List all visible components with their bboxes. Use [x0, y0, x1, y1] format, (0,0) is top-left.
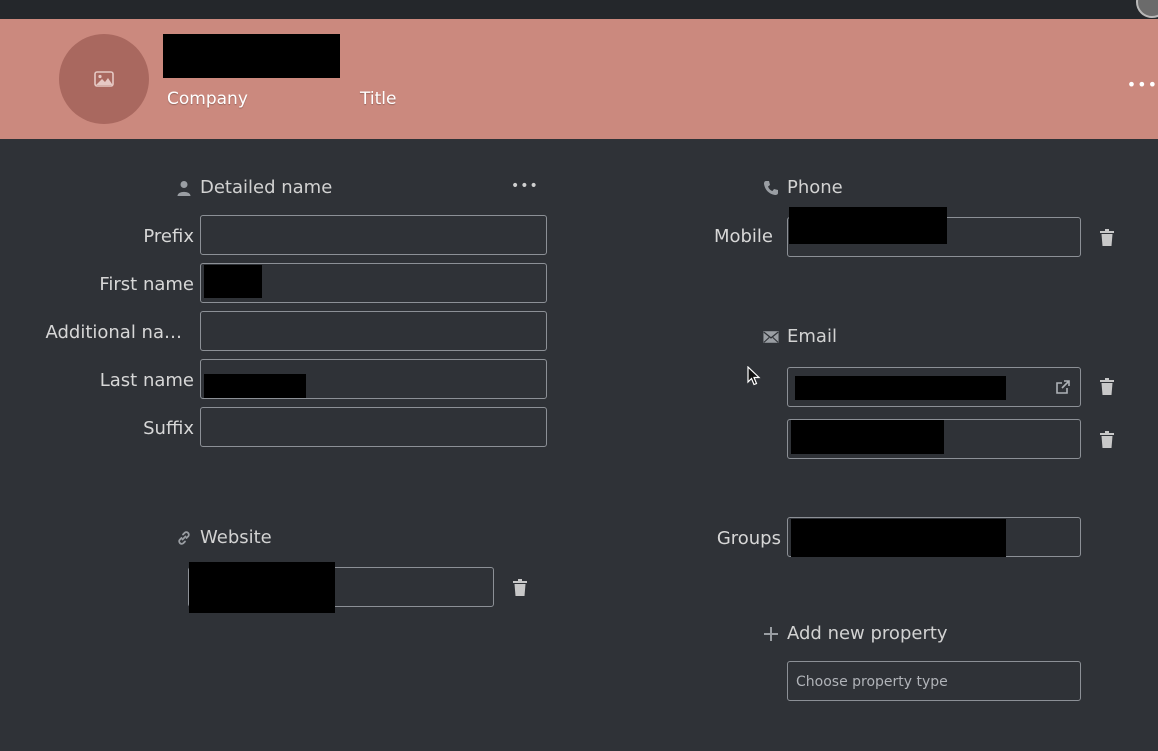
mobile-phone-delete-button[interactable] [1099, 228, 1115, 246]
image-icon [94, 71, 114, 87]
mobile-phone-input[interactable] [787, 207, 1081, 257]
mobile-phone-value-redacted [789, 207, 947, 244]
add-property-label: Add new property [787, 623, 948, 644]
groups-value-redacted [791, 519, 1006, 557]
email-2-value-redacted [791, 420, 944, 454]
envelope-icon [763, 330, 779, 344]
phone-section-title: Phone [763, 177, 843, 198]
last-name-label: Last name [99, 370, 194, 391]
phone-title-text: Phone [787, 177, 843, 198]
website-title-text: Website [200, 527, 272, 548]
website-value-redacted [189, 562, 335, 613]
trash-icon [1100, 430, 1114, 448]
additional-name-label: Additional na… [45, 322, 182, 343]
trash-icon [1100, 228, 1114, 246]
email-title-text: Email [787, 326, 837, 347]
email-2-delete-button[interactable] [1099, 430, 1115, 448]
mobile-label: Mobile [713, 226, 773, 247]
contact-avatar[interactable] [59, 34, 149, 124]
last-name-input[interactable] [200, 359, 547, 399]
groups-input[interactable] [787, 517, 1081, 557]
first-name-label: First name [99, 274, 194, 295]
email-input-2[interactable] [787, 419, 1081, 459]
detailed-name-section-title: Detailed name [176, 177, 332, 198]
property-type-placeholder: Choose property type [796, 674, 948, 690]
suffix-label: Suffix [143, 418, 194, 439]
last-name-value-redacted [204, 374, 306, 398]
trash-icon [513, 578, 527, 596]
website-section-title: Website [176, 527, 272, 548]
external-link-icon[interactable] [1055, 379, 1071, 395]
user-avatar[interactable] [1136, 0, 1158, 18]
suffix-input[interactable] [200, 407, 547, 447]
title-label[interactable]: Title [360, 89, 396, 109]
contact-name-redacted[interactable] [163, 34, 340, 78]
plus-icon [763, 626, 779, 641]
email-input-1[interactable] [787, 367, 1081, 407]
company-label[interactable]: Company [167, 89, 248, 109]
header-more-button[interactable]: ••• [1127, 75, 1158, 94]
first-name-input[interactable] [200, 263, 547, 303]
add-property-title[interactable]: Add new property [763, 623, 948, 644]
top-bar [0, 0, 1158, 19]
person-icon [176, 180, 192, 196]
mouse-cursor-icon [747, 366, 761, 386]
email-1-delete-button[interactable] [1099, 377, 1115, 395]
contact-header: Company Title ••• [0, 19, 1158, 139]
trash-icon [1100, 377, 1114, 395]
website-delete-button[interactable] [512, 578, 528, 596]
property-type-select[interactable]: Choose property type [787, 661, 1081, 701]
first-name-value-redacted [204, 265, 262, 298]
website-input[interactable] [188, 562, 494, 613]
groups-label: Groups [716, 528, 781, 549]
email-section-title: Email [763, 326, 837, 347]
detailed-name-title-text: Detailed name [200, 177, 333, 198]
prefix-input[interactable] [200, 215, 547, 255]
link-icon [176, 530, 192, 546]
detailed-name-more-button[interactable]: ••• [511, 178, 539, 194]
email-1-value-redacted [795, 376, 1006, 400]
phone-icon [763, 180, 779, 196]
additional-name-input[interactable] [200, 311, 547, 351]
prefix-label: Prefix [143, 226, 194, 247]
